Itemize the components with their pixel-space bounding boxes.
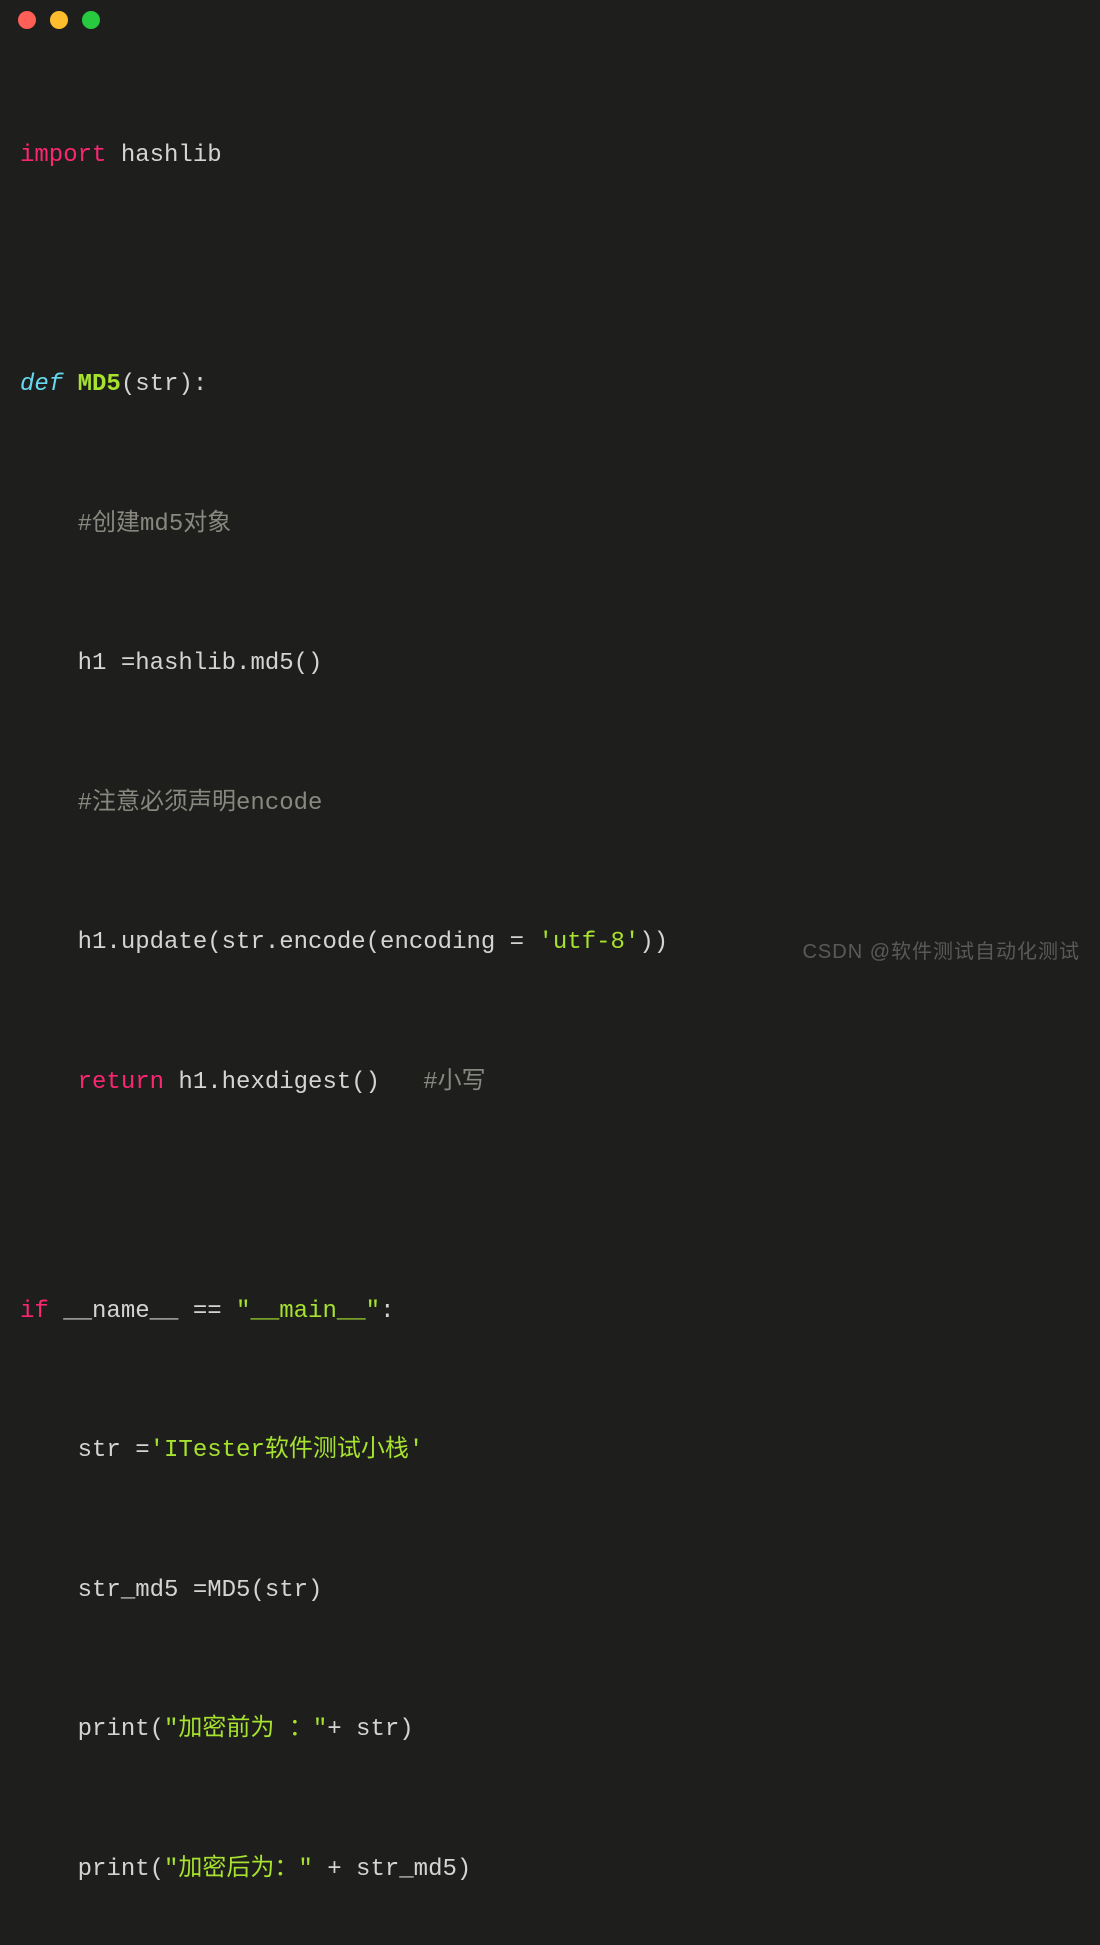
blank-line [20, 859, 1080, 887]
module-name: hashlib [106, 142, 221, 169]
code-text: : [380, 1298, 394, 1325]
code-text: )) [639, 929, 668, 956]
comment: #注意必须声明encode [20, 790, 322, 817]
string-literal: "加密前为 ：" [164, 1716, 327, 1743]
code-line: if __name__ == "__main__": [20, 1293, 1080, 1330]
code-text: + str) [327, 1716, 413, 1743]
params: (str): [121, 371, 207, 398]
string-literal: 'ITester软件测试小栈' [150, 1437, 424, 1464]
code-line: print("加密后为：" + str_md5) [20, 1851, 1080, 1888]
code-text: h1 =hashlib.md5() [20, 650, 322, 677]
code-line: #注意必须声明encode [20, 785, 1080, 822]
blank-line [20, 580, 1080, 608]
blank-line [20, 1786, 1080, 1814]
code-line: #创建md5对象 [20, 506, 1080, 543]
blank-line [20, 1215, 1080, 1255]
blank-line [20, 1506, 1080, 1534]
blank-line [20, 212, 1080, 252]
code-text: h1.hexdigest() [164, 1069, 423, 1096]
comment: #创建md5对象 [20, 511, 231, 538]
code-text: h1.update(str.encode(encoding = [20, 929, 538, 956]
keyword-return: return [20, 1069, 164, 1096]
blank-line [20, 440, 1080, 468]
keyword-import: import [20, 142, 106, 169]
code-line: str ='ITester软件测试小栈' [20, 1432, 1080, 1469]
code-text: str = [20, 1437, 150, 1464]
function-name: MD5 [63, 371, 121, 398]
code-line: h1 =hashlib.md5() [20, 645, 1080, 682]
code-line: def MD5(str): [20, 366, 1080, 403]
keyword-def: def [20, 371, 63, 398]
keyword-if: if [20, 1298, 49, 1325]
code-text: + str_md5) [313, 1856, 471, 1883]
blank-line [20, 999, 1080, 1027]
string-literal: "__main__" [236, 1298, 380, 1325]
maximize-icon[interactable] [82, 11, 100, 29]
code-text: print( [20, 1716, 164, 1743]
code-text: str_md5 =MD5(str) [20, 1577, 322, 1604]
code-text: __name__ == [49, 1298, 236, 1325]
blank-line [20, 1367, 1080, 1395]
code-line: import hashlib [20, 137, 1080, 174]
watermark-text: CSDN @软件测试自动化测试 [802, 935, 1080, 964]
code-editor: import hashlib def MD5(str): #创建md5对象 h1… [0, 40, 1100, 1945]
window-titlebar [0, 0, 1100, 40]
comment: #小写 [423, 1069, 485, 1096]
code-line: return h1.hexdigest() #小写 [20, 1064, 1080, 1101]
close-icon[interactable] [18, 11, 36, 29]
code-line: print("加密前为 ："+ str) [20, 1711, 1080, 1748]
blank-line [20, 1138, 1080, 1178]
code-line: str_md5 =MD5(str) [20, 1572, 1080, 1609]
string-literal: 'utf-8' [538, 929, 639, 956]
blank-line [20, 719, 1080, 747]
code-text: print( [20, 1856, 164, 1883]
blank-line [20, 1646, 1080, 1674]
minimize-icon[interactable] [50, 11, 68, 29]
blank-line [20, 289, 1080, 329]
string-literal: "加密后为：" [164, 1856, 313, 1883]
